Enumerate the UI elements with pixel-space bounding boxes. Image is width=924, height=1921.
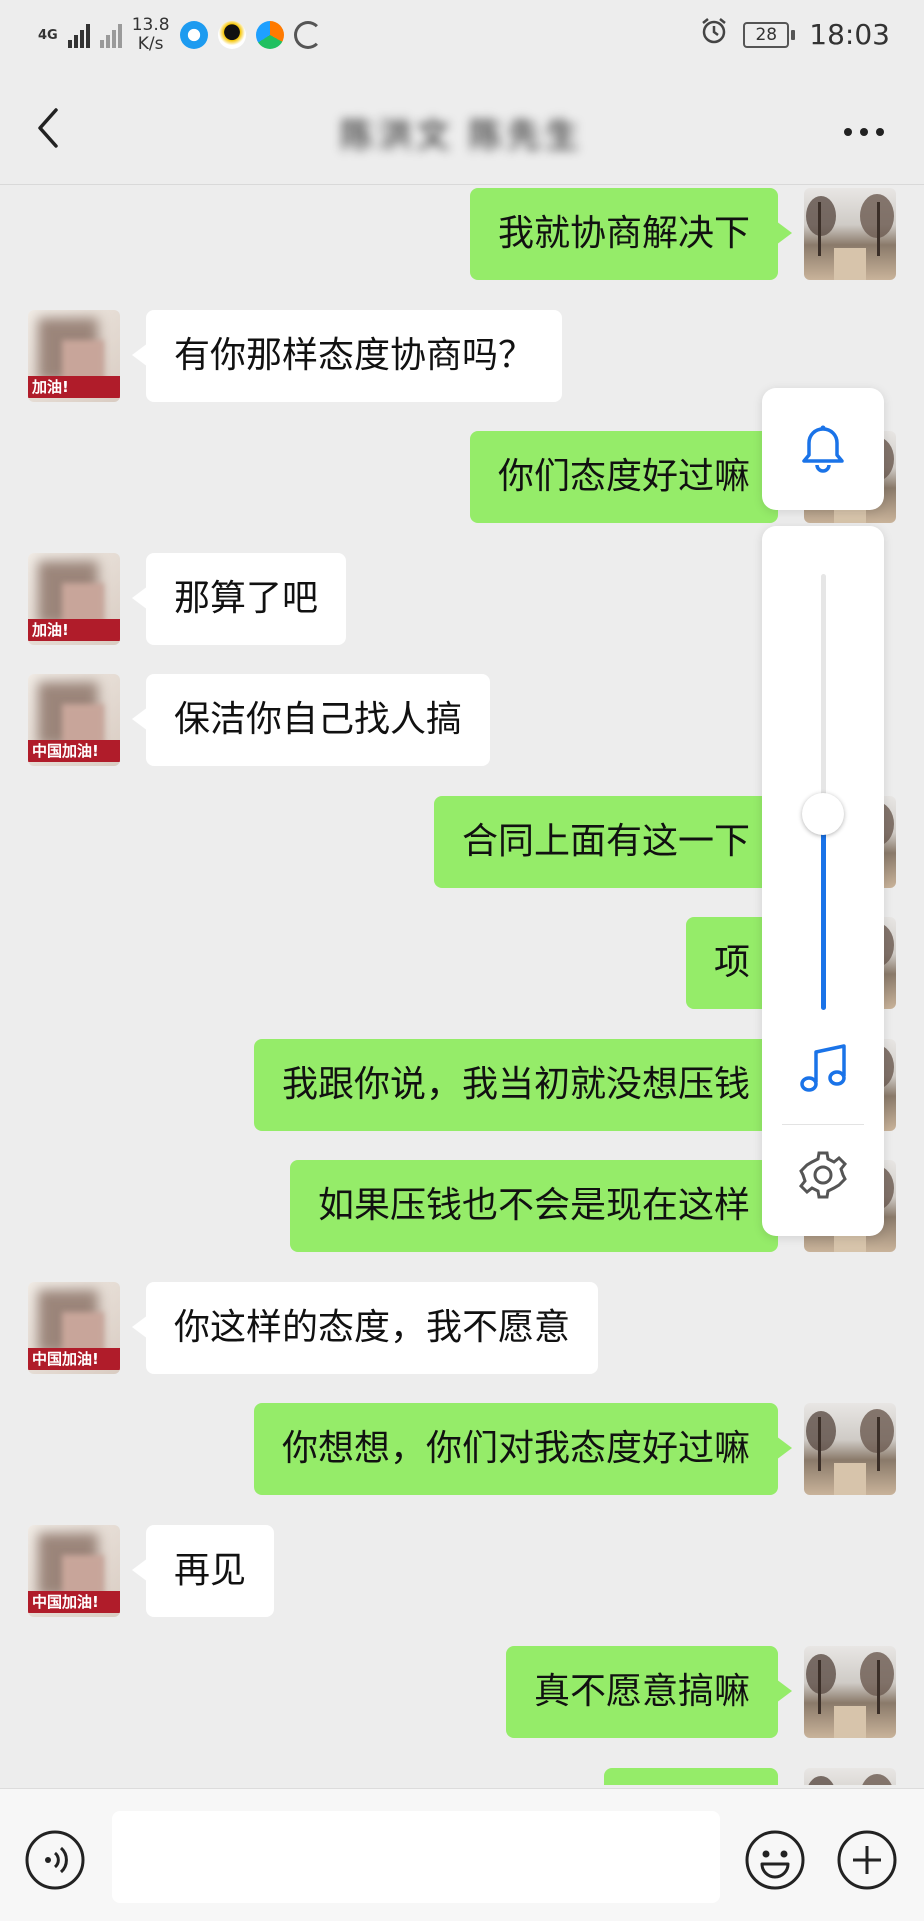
volume-slider-fill bbox=[821, 813, 826, 1010]
qq-notification-icon bbox=[217, 21, 246, 49]
voice-icon bbox=[25, 1830, 85, 1890]
sent-message-bubble[interactable]: 你想想，你们对我态度好过嘛 bbox=[253, 1403, 793, 1495]
chat-title: 陈洪文 陈先生 bbox=[340, 116, 583, 156]
more-dot-icon bbox=[860, 128, 868, 136]
more-options-button[interactable] bbox=[834, 102, 894, 162]
avatar-badge-text: 加油! bbox=[28, 375, 120, 398]
volume-panel bbox=[762, 526, 884, 1236]
back-arrow-icon bbox=[38, 108, 58, 148]
ringer-mode-button[interactable] bbox=[762, 388, 884, 510]
input-bar bbox=[0, 1788, 924, 1921]
voice-input-button[interactable] bbox=[24, 1829, 86, 1891]
plus-icon bbox=[837, 1830, 897, 1890]
signal-strength-icon-secondary bbox=[99, 22, 122, 48]
received-message-bubble[interactable]: 那算了吧 bbox=[131, 552, 347, 645]
contact-avatar[interactable]: 加油! bbox=[28, 552, 120, 645]
volume-settings-button[interactable] bbox=[796, 1148, 850, 1206]
message-row: 我就协商解决下 bbox=[0, 188, 924, 288]
back-button[interactable] bbox=[26, 98, 86, 158]
more-dot-icon bbox=[876, 128, 884, 136]
message-row-partial bbox=[0, 1767, 924, 1785]
sent-message-bubble[interactable]: 我跟你说，我当初就没想压钱 bbox=[253, 1038, 793, 1131]
panel-divider bbox=[782, 1124, 864, 1125]
sent-message-bubble[interactable]: 合同上面有这一下 bbox=[433, 795, 793, 888]
volume-slider-thumb[interactable] bbox=[802, 792, 844, 835]
emoji-icon bbox=[745, 1830, 805, 1890]
loading-notification-icon bbox=[293, 21, 322, 49]
music-note-icon bbox=[800, 1044, 846, 1092]
alarm-icon bbox=[699, 16, 729, 53]
avatar-badge-text: 中国加油! bbox=[28, 1347, 120, 1370]
sent-message-bubble[interactable]: 如果压钱也不会是现在这样 bbox=[289, 1160, 793, 1252]
message-row: 你想想，你们对我态度好过嘛 bbox=[0, 1403, 924, 1503]
my-avatar[interactable] bbox=[804, 1403, 896, 1495]
battery-indicator: 28 bbox=[743, 21, 796, 48]
my-avatar[interactable] bbox=[804, 1767, 896, 1785]
contact-avatar[interactable]: 中国加油! bbox=[28, 1281, 120, 1374]
received-message-bubble[interactable]: 你这样的态度，我不愿意 bbox=[131, 1281, 599, 1374]
sent-message-bubble-partial[interactable] bbox=[604, 1767, 778, 1785]
sent-message-bubble[interactable]: 我就协商解决下 bbox=[469, 188, 793, 280]
my-avatar[interactable] bbox=[804, 1646, 896, 1738]
more-dot-icon bbox=[844, 128, 852, 136]
browser-notification-icon bbox=[179, 21, 208, 49]
avatar-badge-text: 加油! bbox=[28, 618, 120, 641]
contact-avatar[interactable]: 中国加油! bbox=[28, 674, 120, 766]
received-message-bubble[interactable]: 有你那样态度协商吗？ bbox=[131, 309, 563, 402]
signal-strength-icon bbox=[67, 22, 90, 48]
message-row: 真不愿意搞嘛 bbox=[0, 1646, 924, 1746]
contact-avatar[interactable]: 加油! bbox=[28, 309, 120, 402]
sent-message-bubble[interactable]: 你们态度好过嘛 bbox=[469, 431, 793, 523]
emoji-button[interactable] bbox=[744, 1829, 806, 1891]
network-type: 4G bbox=[38, 27, 58, 43]
my-avatar[interactable] bbox=[804, 188, 896, 280]
sent-message-bubble[interactable]: 真不愿意搞嘛 bbox=[505, 1646, 793, 1738]
network-speed: 13.8 K/s bbox=[131, 15, 170, 54]
avatar-badge-text: 中国加油! bbox=[28, 740, 120, 762]
video-app-notification-icon bbox=[255, 21, 284, 49]
message-row: 中国加油! 你这样的态度，我不愿意 bbox=[0, 1281, 924, 1382]
message-row: 中国加油! 再见 bbox=[0, 1524, 924, 1625]
media-volume-button[interactable] bbox=[798, 1042, 850, 1102]
clock: 18:03 bbox=[809, 18, 890, 51]
avatar-badge-text: 中国加油! bbox=[28, 1590, 120, 1613]
message-input[interactable] bbox=[112, 1811, 720, 1903]
chat-header: 陈洪文 陈先生 bbox=[0, 72, 924, 185]
bell-icon bbox=[802, 425, 844, 473]
more-functions-button[interactable] bbox=[836, 1829, 898, 1891]
status-bar: 4G 13.8 K/s 28 18:03 bbox=[0, 0, 924, 72]
gear-icon bbox=[798, 1151, 848, 1199]
contact-avatar[interactable]: 中国加油! bbox=[28, 1524, 120, 1617]
received-message-bubble[interactable]: 保洁你自己找人搞 bbox=[131, 674, 491, 766]
received-message-bubble[interactable]: 再见 bbox=[131, 1524, 275, 1617]
